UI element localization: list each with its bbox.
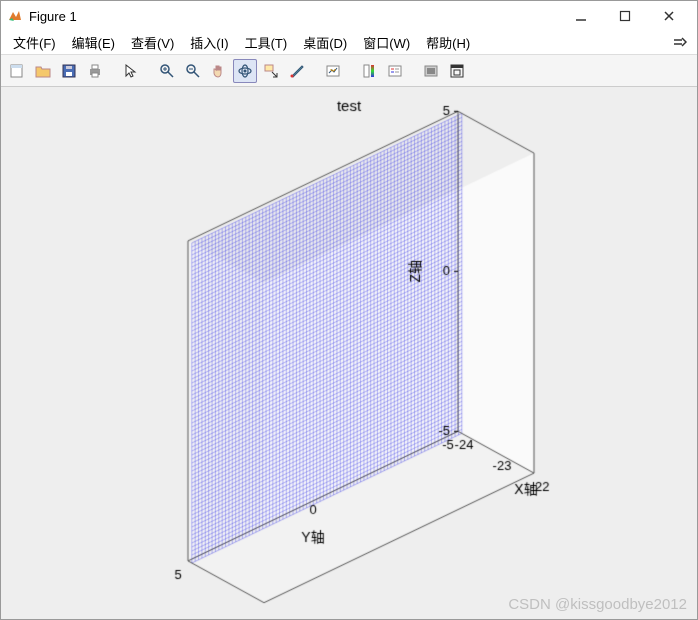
data-cursor-icon[interactable] <box>259 59 283 83</box>
new-figure-icon[interactable] <box>5 59 29 83</box>
print-icon[interactable] <box>83 59 107 83</box>
pan-icon[interactable] <box>207 59 231 83</box>
menubar: 文件(F) 编辑(E) 查看(V) 插入(I) 工具(T) 桌面(D) 窗口(W… <box>1 31 697 55</box>
link-plot-icon[interactable] <box>321 59 345 83</box>
maximize-button[interactable] <box>603 2 647 30</box>
menu-edit[interactable]: 编辑(E) <box>64 31 123 54</box>
menu-tools[interactable]: 工具(T) <box>237 31 296 54</box>
zoom-out-icon[interactable] <box>181 59 205 83</box>
menu-overflow-icon[interactable] <box>667 36 693 50</box>
minimize-button[interactable] <box>559 2 603 30</box>
legend-icon[interactable] <box>383 59 407 83</box>
zoom-in-icon[interactable] <box>155 59 179 83</box>
colorbar-icon[interactable] <box>357 59 381 83</box>
hide-icon[interactable] <box>419 59 443 83</box>
plot-area[interactable]: CSDN @kissgoodbye2012 <box>1 87 697 619</box>
matlab-icon <box>7 8 23 24</box>
menu-insert[interactable]: 插入(I) <box>182 31 236 54</box>
pointer-icon[interactable] <box>119 59 143 83</box>
titlebar: Figure 1 <box>1 1 697 31</box>
dock-icon[interactable] <box>445 59 469 83</box>
window-title: Figure 1 <box>29 9 77 24</box>
menu-help[interactable]: 帮助(H) <box>418 31 478 54</box>
figure-window: Figure 1 文件(F) 编辑(E) 查看(V) 插入(I) 工具(T) 桌… <box>0 0 698 620</box>
rotate3d-icon[interactable] <box>233 59 257 83</box>
brush-icon[interactable] <box>285 59 309 83</box>
save-icon[interactable] <box>57 59 81 83</box>
menu-file[interactable]: 文件(F) <box>5 31 64 54</box>
menu-desktop[interactable]: 桌面(D) <box>295 31 355 54</box>
open-icon[interactable] <box>31 59 55 83</box>
menu-window[interactable]: 窗口(W) <box>355 31 418 54</box>
menu-view[interactable]: 查看(V) <box>123 31 182 54</box>
close-button[interactable] <box>647 2 691 30</box>
axes-3d[interactable] <box>1 87 697 617</box>
toolbar <box>1 55 697 87</box>
